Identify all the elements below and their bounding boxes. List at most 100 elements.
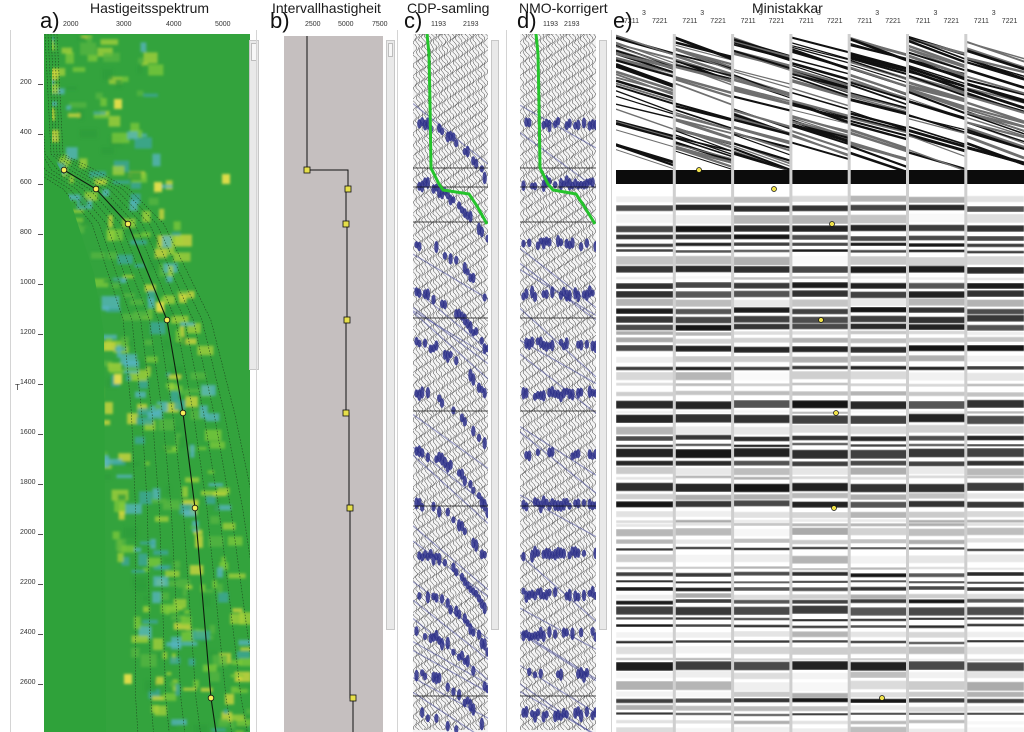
ministack-header-index: 3 — [991, 10, 996, 17]
panel-a-x-tick: 5000 — [215, 21, 231, 28]
panel-a-y-tick-mark — [38, 584, 43, 585]
panel-a-y-tick: 1400 — [20, 379, 36, 386]
velocity-spectrum[interactable] — [44, 34, 250, 732]
panel-d-x-tick: 2193 — [564, 21, 580, 28]
panel-a-y-tick: 800 — [20, 229, 32, 236]
panel-a-title: Hastigeitsspektrum — [90, 0, 210, 16]
panel-a-x-tick: 2000 — [63, 21, 79, 28]
panel-b-frame — [256, 30, 257, 732]
panel-a-y-tick: 2200 — [20, 579, 36, 586]
ministack-pick-point[interactable] — [833, 410, 839, 416]
ministack-header-left: 7211 — [624, 18, 640, 25]
panel-a-y-tick-mark — [38, 534, 43, 535]
panel-d-scrollbar[interactable] — [599, 40, 607, 630]
panel-d-letter: d) — [517, 8, 537, 33]
ministack-header-left: 7211 — [740, 18, 756, 25]
velocity-pick-point[interactable] — [60, 166, 68, 174]
ministack-header-right: 7221 — [768, 18, 785, 25]
panel-a-x-tick: 3000 — [116, 21, 132, 28]
panel-a-y-tick: 1000 — [20, 279, 36, 286]
interval-pick-point[interactable] — [342, 409, 350, 417]
panel-a-y-tick-mark — [38, 284, 43, 285]
panel-e-title: Ministakkar — [752, 0, 823, 16]
panel-a-y-tick-mark — [38, 484, 43, 485]
ministack-pick-point[interactable] — [879, 695, 885, 701]
ministack-header-right: 7221 — [826, 18, 843, 25]
velocity-pick-point[interactable] — [163, 316, 171, 324]
ministack-header-index: 3 — [642, 10, 646, 17]
ministack-header-left: 7211 — [798, 18, 814, 25]
ministack-header-left: 7211 — [915, 18, 931, 25]
ministack-pick-point[interactable] — [818, 317, 824, 323]
ministack-header-left: 7211 — [973, 18, 989, 25]
ministack-header-index: 3 — [816, 10, 821, 17]
velocity-pick-point[interactable] — [207, 694, 215, 702]
panel-c-scrollbar[interactable] — [491, 40, 499, 630]
velocity-pick-point[interactable] — [92, 185, 100, 193]
panel-a-scrollbar[interactable] — [249, 40, 259, 370]
interval-pick-point[interactable] — [343, 316, 351, 324]
panel-a-frame — [10, 30, 11, 732]
panel-a-y-tick-mark — [38, 684, 43, 685]
panel-b-x-tick: 7500 — [372, 21, 388, 28]
panel-a-y-tick: 600 — [20, 179, 32, 186]
interval-pick-point[interactable] — [303, 166, 311, 174]
interval-pick-point[interactable] — [344, 185, 352, 193]
panel-a-y-tick: 2000 — [20, 529, 36, 536]
ministack-panel[interactable] — [616, 34, 1024, 732]
panel-c-letter: c) — [404, 8, 423, 33]
ministack-header-index: 3 — [933, 10, 938, 17]
panel-a-y-tick-mark — [38, 84, 43, 85]
panel-b-x-tick: 5000 — [338, 21, 354, 28]
panel-a-y-tick-mark — [38, 634, 43, 635]
velocity-pick-point[interactable] — [191, 504, 199, 512]
panel-b-x-tick: 2500 — [305, 21, 321, 28]
panel-e-frame — [611, 30, 612, 732]
panel-a-y-tick: 2400 — [20, 629, 36, 636]
panel-c-x-tick: 1193 — [431, 21, 447, 28]
ministack-pick-point[interactable] — [831, 505, 837, 511]
panel-b-scrollbar[interactable] — [386, 40, 395, 630]
ministack-header-right: 7221 — [885, 18, 901, 25]
ministack-pick-point[interactable] — [829, 221, 835, 227]
ministack-header-right: 7221 — [652, 18, 668, 25]
panel-a-y-tick: 200 — [20, 79, 32, 86]
panel-a-x-tick: 4000 — [166, 21, 182, 28]
panel-a-y-tick: 2600 — [20, 679, 36, 686]
panel-a-y-tick: 400 — [20, 129, 32, 136]
ministack-header-index: 3 — [875, 10, 880, 17]
panel-d-frame — [506, 30, 507, 732]
panel-d-x-tick: 1193 — [543, 21, 559, 28]
panel-a-y-tick-mark — [38, 334, 43, 335]
interval-pick-point[interactable] — [349, 694, 357, 702]
panel-a-y-tick: 1600 — [20, 429, 36, 436]
panel-a-y-tick-mark — [38, 184, 43, 185]
panel-a-letter: a) — [40, 8, 60, 33]
panel-a-y-tick-mark — [38, 384, 43, 385]
ministack-header-right: 7221 — [1001, 18, 1018, 25]
panel-a-y-tick-mark — [38, 134, 43, 135]
panel-a-y-tick-mark — [38, 434, 43, 435]
velocity-pick-point[interactable] — [179, 409, 187, 417]
ministack-header-left: 7211 — [682, 18, 698, 25]
velocity-pick-point[interactable] — [124, 220, 132, 228]
nmo-corrected-gather[interactable] — [520, 34, 596, 732]
panel-a-y-tick-mark — [38, 234, 43, 235]
panel-b-letter: b) — [270, 8, 290, 33]
ministack-pick-point[interactable] — [771, 186, 777, 192]
ministack-pick-point[interactable] — [696, 167, 702, 173]
panel-a-y-tick: 1200 — [20, 329, 36, 336]
interval-pick-point[interactable] — [342, 220, 350, 228]
ministack-header-left: 7211 — [857, 18, 873, 25]
panel-c-frame — [397, 30, 398, 732]
interval-velocity-plot[interactable] — [284, 36, 383, 732]
ministack-header-index: 3 — [700, 10, 705, 17]
panel-c-x-tick: 2193 — [463, 21, 479, 28]
panel-a-y-tick: 1800 — [20, 479, 36, 486]
ministack-header-index: 3 — [758, 10, 763, 17]
cdp-gather[interactable] — [413, 34, 488, 732]
interval-pick-point[interactable] — [346, 504, 354, 512]
panel-b-scroll-thumb[interactable] — [388, 43, 393, 57]
ministack-header-right: 7221 — [710, 18, 726, 25]
ministack-header-right: 7221 — [943, 18, 960, 25]
